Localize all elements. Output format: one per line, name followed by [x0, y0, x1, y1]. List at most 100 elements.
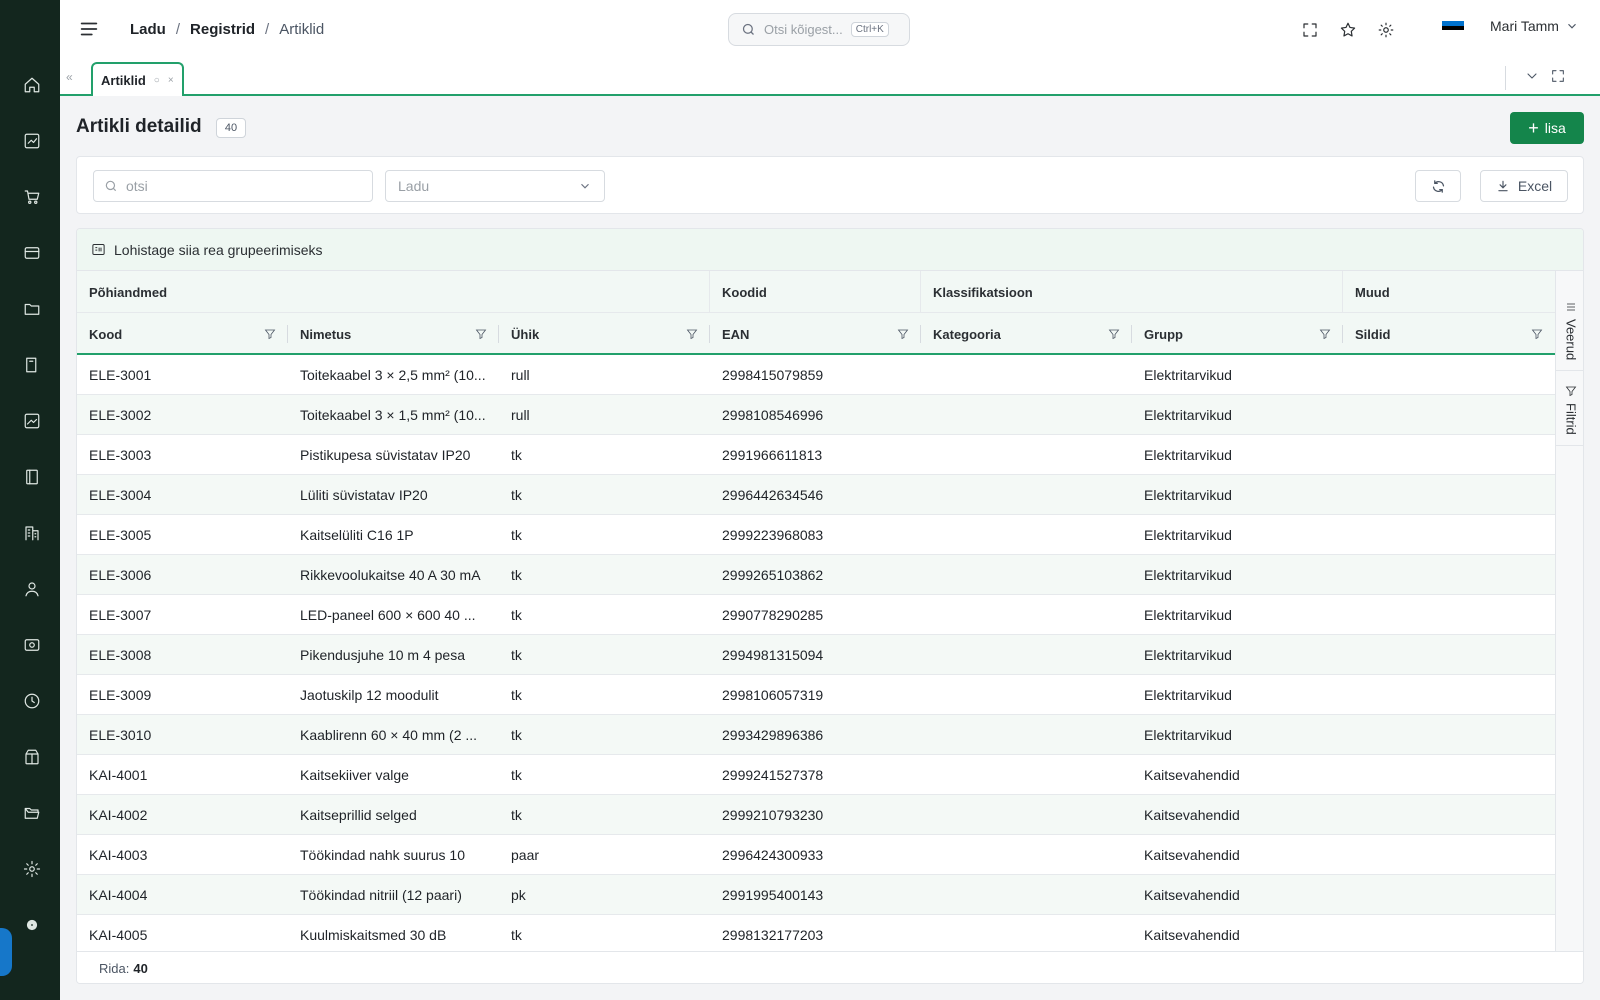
- chevrons-left-icon[interactable]: «: [66, 70, 73, 84]
- close-icon[interactable]: ×: [168, 75, 174, 86]
- fullscreen-icon[interactable]: [1299, 19, 1321, 41]
- filter-icon[interactable]: [1531, 328, 1543, 340]
- filters-panel-tab[interactable]: Filtrid: [1556, 375, 1583, 446]
- cell-ean: 2998132177203: [722, 927, 824, 943]
- credit-card-icon[interactable]: [20, 241, 44, 265]
- user-icon[interactable]: [20, 577, 44, 601]
- tab-artiklid[interactable]: Artiklid ○ ×: [91, 62, 184, 96]
- cell-kood: KAI-4004: [89, 887, 148, 903]
- ledger-icon[interactable]: [20, 465, 44, 489]
- package-icon[interactable]: [20, 745, 44, 769]
- table-row[interactable]: ELE-3005 Kaitselüliti C16 1P tk 29992239680…: [77, 515, 1555, 555]
- table-row[interactable]: ELE-3003 Pistikupesa süvistatav IP20 tk 299…: [77, 435, 1555, 475]
- table-row[interactable]: KAI-4004 Töökindad nitriil (12 paari) pk 29…: [77, 875, 1555, 915]
- table-row[interactable]: KAI-4003 Töökindad nahk suurus 10 paar 2996…: [77, 835, 1555, 875]
- filter-icon[interactable]: [897, 328, 909, 340]
- book-icon[interactable]: [20, 353, 44, 377]
- rail-expand-tab[interactable]: [0, 928, 12, 976]
- cell-grupp: Elektritarvikud: [1144, 727, 1232, 743]
- refresh-button[interactable]: [1415, 170, 1461, 202]
- cell-grupp: Elektritarvikud: [1144, 407, 1232, 423]
- cell-ean: 2993429896386: [722, 727, 824, 743]
- cell-uhik: tk: [511, 687, 522, 703]
- cash-icon[interactable]: [20, 633, 44, 657]
- column-group-koodid: Koodid: [710, 271, 921, 313]
- cell-sildid: [1343, 715, 1555, 755]
- refresh-tab-icon[interactable]: ○: [154, 75, 160, 86]
- cell-nimetus: Pikendusjuhe 10 m 4 pesa: [300, 647, 465, 663]
- building-icon[interactable]: [20, 521, 44, 545]
- cell-nimetus: Töökindad nahk suurus 10: [300, 847, 465, 863]
- hamburger-menu-icon[interactable]: [78, 18, 100, 40]
- filter-icon[interactable]: [1108, 328, 1120, 340]
- chevron-down-icon[interactable]: [1524, 68, 1542, 86]
- table-row[interactable]: ELE-3006 Rikkevoolukaitse 40 A 30 mA tk 299…: [77, 555, 1555, 595]
- column-header-nimetus[interactable]: Nimetus: [288, 313, 499, 355]
- folder-open-icon[interactable]: [20, 801, 44, 825]
- breadcrumb-item-registrid[interactable]: Registrid: [190, 21, 255, 38]
- breadcrumb-separator: /: [265, 21, 270, 38]
- language-flag-estonia[interactable]: [1442, 21, 1464, 36]
- group-drop-text: Lohistage siia rea grupeerimiseks: [114, 241, 323, 258]
- download-icon: [1498, 180, 1508, 192]
- settings-icon[interactable]: [20, 857, 44, 881]
- search-icon: [742, 23, 754, 35]
- cart-icon[interactable]: [20, 185, 44, 209]
- expand-icon[interactable]: [1550, 68, 1568, 86]
- column-header-kategooria[interactable]: Kategooria: [921, 313, 1132, 355]
- cell-kategooria: [921, 635, 1132, 675]
- cell-ean: 2994981315094: [722, 647, 824, 663]
- cell-kood: ELE-3010: [89, 727, 152, 743]
- search-icon: [105, 180, 117, 192]
- trend-icon[interactable]: [20, 409, 44, 433]
- star-icon[interactable]: [1337, 19, 1359, 41]
- add-button-label: lisa: [1544, 120, 1566, 136]
- excel-label: Excel: [1517, 178, 1553, 194]
- table-row[interactable]: ELE-3004 Lüliti süvistatav IP20 tk 29964426…: [77, 475, 1555, 515]
- add-button[interactable]: + lisa: [1510, 112, 1584, 144]
- column-header-grupp[interactable]: Grupp: [1132, 313, 1343, 355]
- cell-uhik: tk: [511, 567, 522, 583]
- search-placeholder: otsi: [126, 178, 148, 194]
- cell-grupp: Elektritarvikud: [1144, 487, 1232, 503]
- global-search-input[interactable]: Otsi kõigest... Ctrl+K: [728, 13, 910, 46]
- table-row[interactable]: KAI-4005 Kuulmiskaitsmed 30 dB tk 299813217…: [77, 915, 1555, 951]
- home-icon[interactable]: [20, 73, 44, 97]
- column-header-kood[interactable]: Kood: [77, 313, 288, 355]
- cell-kategooria: [921, 715, 1132, 755]
- gear-icon[interactable]: [1375, 19, 1397, 41]
- table-row[interactable]: ELE-3010 Kaablirenn 60 × 40 mm (2 ... tk 29…: [77, 715, 1555, 755]
- cell-kategooria: [921, 915, 1132, 951]
- table-row[interactable]: ELE-3001 Toitekaabel 3 × 2,5 mm² (10... ru…: [77, 355, 1555, 395]
- table-row[interactable]: ELE-3007 LED-paneel 600 × 600 40 ... tk 299…: [77, 595, 1555, 635]
- cell-nimetus: Pistikupesa süvistatav IP20: [300, 447, 471, 463]
- cell-kood: ELE-3005: [89, 527, 152, 543]
- user-menu[interactable]: Mari Tamm: [1490, 18, 1579, 34]
- filter-icon[interactable]: [1319, 328, 1331, 340]
- table-row[interactable]: KAI-4002 Kaitseprillid selged tk 2999210793…: [77, 795, 1555, 835]
- breadcrumb-item-ladu[interactable]: Ladu: [130, 21, 166, 38]
- excel-export-button[interactable]: Excel: [1480, 170, 1568, 202]
- folder-icon[interactable]: [20, 297, 44, 321]
- cell-ean: 2999210793230: [722, 807, 824, 823]
- column-header-uhik[interactable]: Ühik: [499, 313, 710, 355]
- cell-nimetus: Kaitselüliti C16 1P: [300, 527, 414, 543]
- column-header-sildid[interactable]: Sildid: [1343, 313, 1555, 355]
- group-drop-zone[interactable]: Lohistage siia rea grupeerimiseks: [77, 229, 1583, 271]
- table-row[interactable]: ELE-3008 Pikendusjuhe 10 m 4 pesa tk 299498…: [77, 635, 1555, 675]
- chart-line-icon[interactable]: [20, 129, 44, 153]
- filter-icon[interactable]: [475, 328, 487, 340]
- table-row[interactable]: ELE-3002 Toitekaabel 3 × 1,5 mm² (10... ru…: [77, 395, 1555, 435]
- search-input[interactable]: otsi: [93, 170, 373, 202]
- admin-gear-icon[interactable]: [20, 913, 44, 937]
- filter-icon[interactable]: [686, 328, 698, 340]
- columns-panel-tab[interactable]: Veerud: [1556, 291, 1583, 372]
- cell-sildid: [1343, 475, 1555, 515]
- column-header-ean[interactable]: EAN: [710, 313, 921, 355]
- table-row[interactable]: KAI-4001 Kaitsekiiver valge tk 299924152737…: [77, 755, 1555, 795]
- filter-icon[interactable]: [264, 328, 276, 340]
- cell-ean: 2999265103862: [722, 567, 824, 583]
- table-row[interactable]: ELE-3009 Jaotuskilp 12 moodulit tk 29981060…: [77, 675, 1555, 715]
- clock-icon[interactable]: [20, 689, 44, 713]
- warehouse-select[interactable]: Ladu: [385, 170, 605, 202]
